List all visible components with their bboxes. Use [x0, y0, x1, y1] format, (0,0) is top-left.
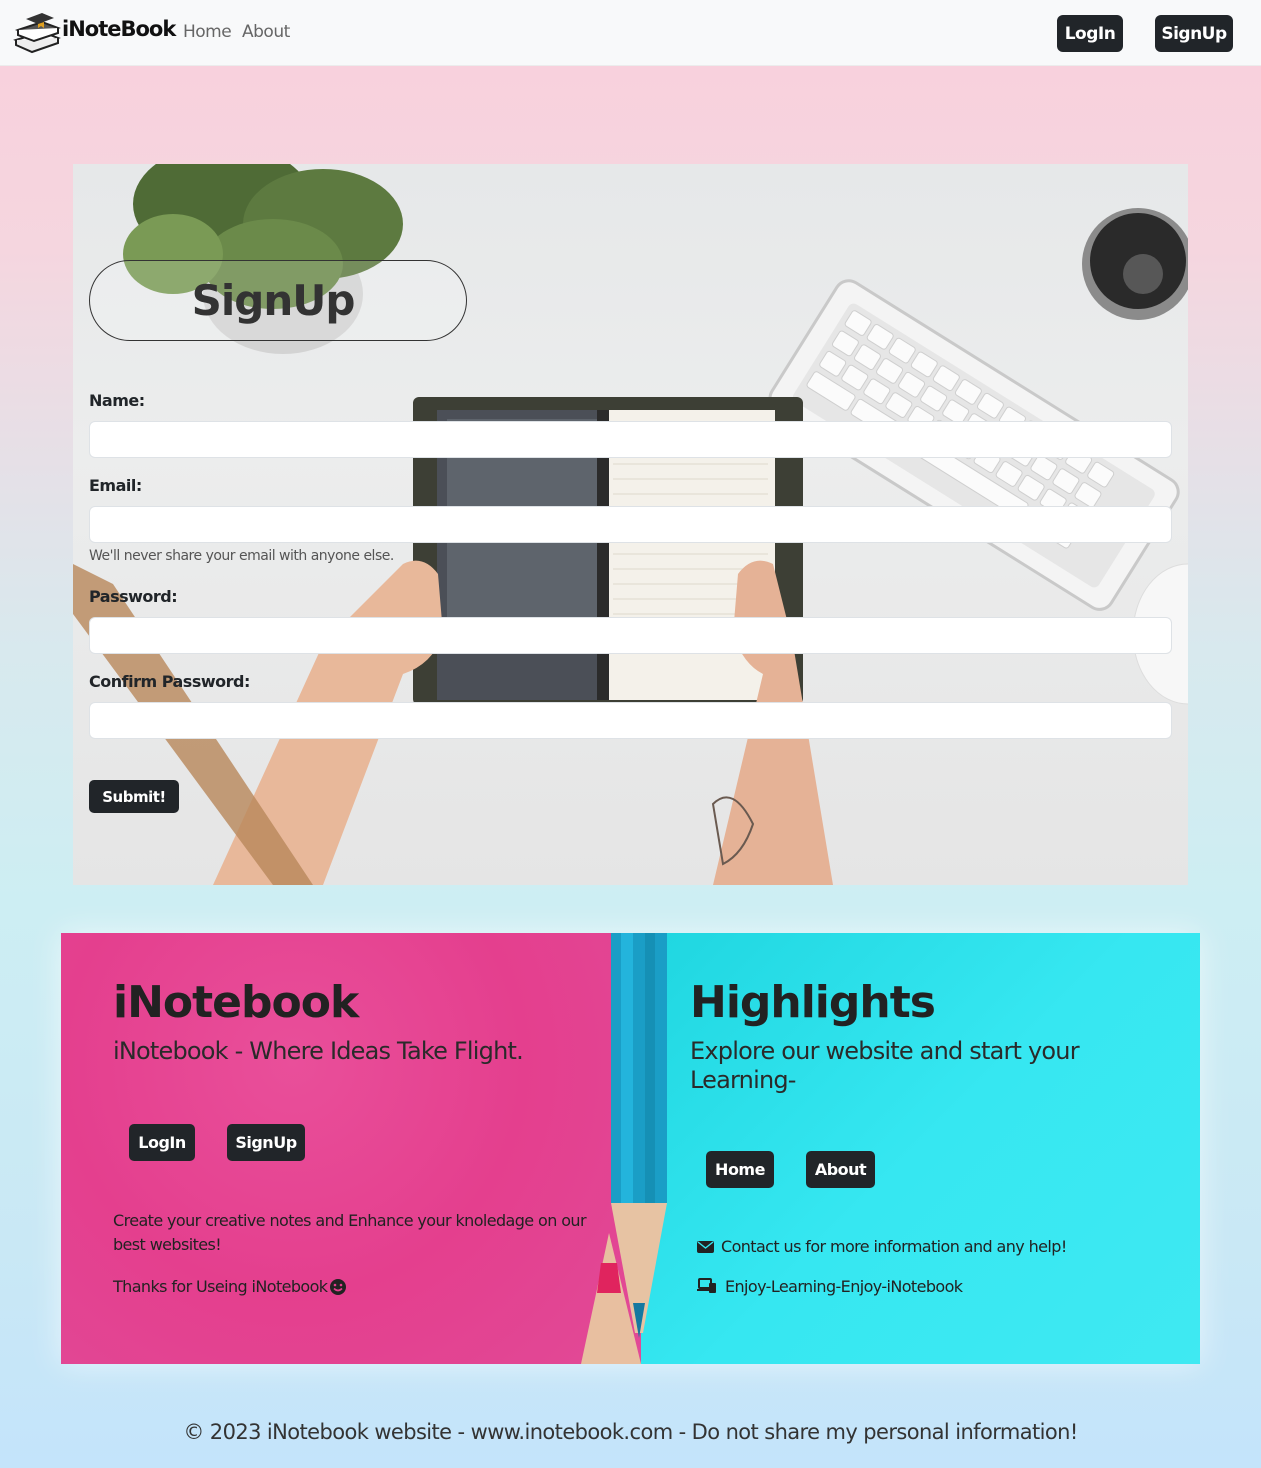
name-label: Name:	[89, 391, 145, 410]
navbar: iNoteBook Home About LogIn SignUp	[0, 0, 1261, 66]
books-logo-icon[interactable]	[12, 12, 62, 54]
footer-enjoy-text: Enjoy-Learning-Enjoy-iNotebook	[725, 1277, 963, 1296]
confirm-password-label: Confirm Password:	[89, 672, 250, 691]
footer-left-title: iNotebook	[113, 977, 359, 1028]
devices-icon	[697, 1278, 716, 1293]
footer-home-button[interactable]: Home	[706, 1151, 774, 1188]
nav-link-about[interactable]: About	[242, 22, 290, 42]
footer-right-tagline: Explore our website and start your Learn…	[690, 1037, 1080, 1094]
email-input[interactable]	[89, 506, 1172, 543]
footer-left-tagline: iNotebook - Where Ideas Take Flight.	[113, 1037, 524, 1065]
name-input[interactable]	[89, 421, 1172, 458]
password-label: Password:	[89, 587, 178, 606]
password-input[interactable]	[89, 617, 1172, 654]
pencils-image	[581, 933, 667, 1364]
smile-icon	[330, 1279, 346, 1295]
footer-about-button[interactable]: About	[806, 1151, 875, 1188]
footer-right-title: Highlights	[690, 977, 936, 1028]
copyright-text: © 2023 iNotebook website - www.inotebook…	[183, 1420, 1078, 1444]
envelope-icon	[697, 1241, 714, 1253]
footer-contact-text: Contact us for more information and any …	[721, 1237, 1067, 1256]
footer-login-button[interactable]: LogIn	[129, 1124, 195, 1161]
email-label: Email:	[89, 476, 142, 495]
login-button[interactable]: LogIn	[1057, 15, 1123, 52]
brand-name[interactable]: iNoteBook	[62, 17, 176, 41]
signup-title-pill: SignUp	[89, 260, 467, 341]
nav-link-home[interactable]: Home	[183, 22, 232, 42]
footer-thanks-text: Thanks for Useing iNotebook	[113, 1277, 328, 1296]
email-help-text: We'll never share your email with anyone…	[89, 548, 394, 564]
signup-title: SignUp	[191, 276, 356, 325]
signup-card: SignUp Name: Email: We'll never share yo…	[73, 164, 1188, 885]
submit-button[interactable]: Submit!	[89, 780, 179, 813]
footer-panel: iNotebook iNotebook - Where Ideas Take F…	[61, 933, 1200, 1364]
footer-left-description: Create your creative notes and Enhance y…	[113, 1211, 587, 1254]
confirm-password-input[interactable]	[89, 702, 1172, 739]
footer-signup-button[interactable]: SignUp	[227, 1124, 305, 1161]
signup-button[interactable]: SignUp	[1155, 15, 1233, 52]
